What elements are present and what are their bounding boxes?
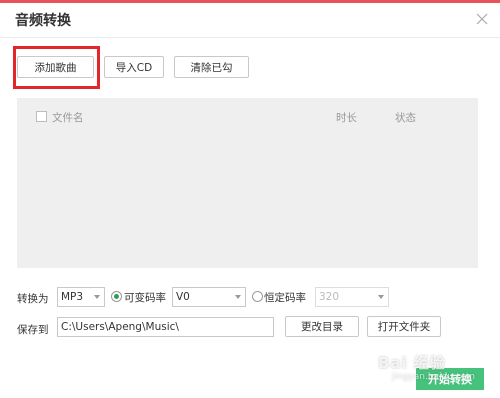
close-icon[interactable] <box>476 13 488 25</box>
vbr-label: 可变码率 <box>124 292 166 304</box>
column-filename: 文件名 <box>52 112 84 124</box>
title-divider <box>0 37 500 38</box>
vbr-radio[interactable] <box>111 291 122 302</box>
save-label: 保存到 <box>17 324 49 336</box>
cbr-radio[interactable] <box>252 291 263 302</box>
vbr-select[interactable]: V0 <box>172 287 246 307</box>
window-top-accent <box>0 0 500 3</box>
annotation-highlight-box <box>13 46 100 89</box>
convert-label: 转换为 <box>17 293 49 305</box>
chevron-down-icon <box>235 295 241 299</box>
open-folder-button[interactable]: 打开文件夹 <box>367 316 441 337</box>
save-path-input[interactable]: C:\Users\Apeng\Music\ <box>57 317 274 337</box>
cbr-value: 320 <box>319 291 340 303</box>
column-duration: 时长 <box>336 112 357 124</box>
watermark-logo: Bai 经验 <box>378 354 446 372</box>
format-value: MP3 <box>61 291 84 303</box>
chevron-down-icon <box>94 295 100 299</box>
vbr-value: V0 <box>176 291 190 303</box>
format-select[interactable]: MP3 <box>57 287 105 307</box>
cbr-label: 恒定码率 <box>264 292 306 304</box>
change-directory-button[interactable]: 更改目录 <box>285 316 359 337</box>
select-all-checkbox[interactable] <box>36 111 47 122</box>
chevron-down-icon <box>378 295 384 299</box>
column-status: 状态 <box>395 112 416 124</box>
clear-checked-button[interactable]: 清除已勾 <box>174 56 249 78</box>
watermark-url: jingyan.baidu.com <box>392 372 476 382</box>
dialog-title: 音频转换 <box>15 13 71 29</box>
import-cd-button[interactable]: 导入CD <box>104 56 164 78</box>
cbr-select[interactable]: 320 <box>315 287 389 307</box>
